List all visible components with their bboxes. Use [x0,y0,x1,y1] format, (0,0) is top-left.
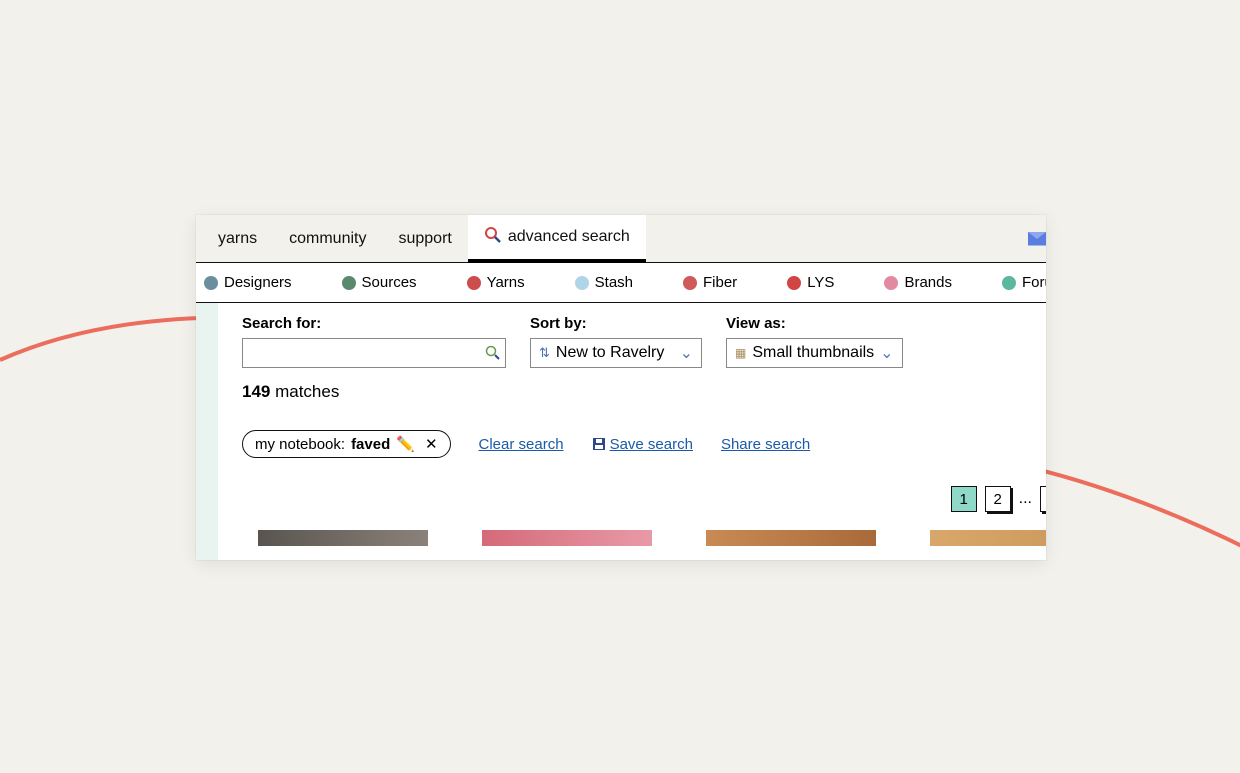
subnav-yarns[interactable]: Yarns [467,274,525,291]
sort-icon: ⇅ [539,345,550,361]
app-window: yarns community support advanced search … [196,215,1046,560]
subnav-forums[interactable]: Forums [1002,274,1046,291]
subnav-brands[interactable]: Brands [884,274,952,291]
search-icon [485,345,501,361]
forums-icon [1002,276,1016,290]
save-search-link[interactable]: Save search [592,436,693,453]
mail-icon[interactable] [1028,232,1046,246]
tab-support[interactable]: support [382,215,467,263]
stash-icon [575,276,589,290]
result-thumbnail[interactable] [482,530,652,546]
filter-chip-notebook[interactable]: my notebook: faved ✏️ ✕ [242,430,451,458]
subnav-stash[interactable]: Stash [575,274,633,291]
view-as-label: View as: [726,315,903,332]
page-2[interactable]: 2 [985,486,1011,512]
pencil-icon: ✏️ [396,435,415,453]
tab-community[interactable]: community [273,215,382,263]
search-for-label: Search for: [242,315,506,332]
search-input[interactable] [242,338,506,368]
chevron-down-icon: ⌄ [680,343,693,363]
tab-yarns[interactable]: yarns [202,215,273,263]
results-grid [242,530,1046,546]
pagination: 1 2 ... 4 ⌄ [242,486,1046,512]
share-search-link[interactable]: Share search [721,436,810,453]
brands-icon [884,276,898,290]
subnav-fiber[interactable]: Fiber [683,274,737,291]
sort-by-label: Sort by: [530,315,702,332]
yarns-icon [467,276,481,290]
top-navigation: yarns community support advanced search [196,215,1046,263]
page-4[interactable]: 4 [1040,486,1046,512]
lys-icon [787,276,801,290]
result-thumbnail[interactable] [258,530,428,546]
result-thumbnail[interactable] [706,530,876,546]
sidebar-strip [196,303,218,560]
clear-search-link[interactable]: Clear search [479,436,564,453]
subnav-lys[interactable]: LYS [787,274,834,291]
subnav-sources[interactable]: Sources [342,274,417,291]
pagination-ellipsis: ... [1019,490,1032,508]
sources-icon [342,276,356,290]
view-as-select[interactable]: ▦ Small thumbnails ⌄ [726,338,903,368]
sort-by-select[interactable]: ⇅ New to Ravelry ⌄ [530,338,702,368]
category-navigation: Designers Sources Yarns Stash Fiber LYS … [196,263,1046,303]
tab-advanced-search-label: advanced search [508,228,630,246]
tab-advanced-search[interactable]: advanced search [468,215,646,263]
page-1[interactable]: 1 [951,486,977,512]
fiber-icon [683,276,697,290]
designers-icon [204,276,218,290]
subnav-designers[interactable]: Designers [204,274,292,291]
search-icon [484,226,502,249]
grid-icon: ▦ [735,346,746,360]
remove-chip-icon[interactable]: ✕ [425,435,438,453]
results-count: 149 matches [242,382,1046,402]
chevron-down-icon: ⌄ [880,343,893,363]
save-icon [592,437,606,451]
result-thumbnail[interactable] [930,530,1046,546]
